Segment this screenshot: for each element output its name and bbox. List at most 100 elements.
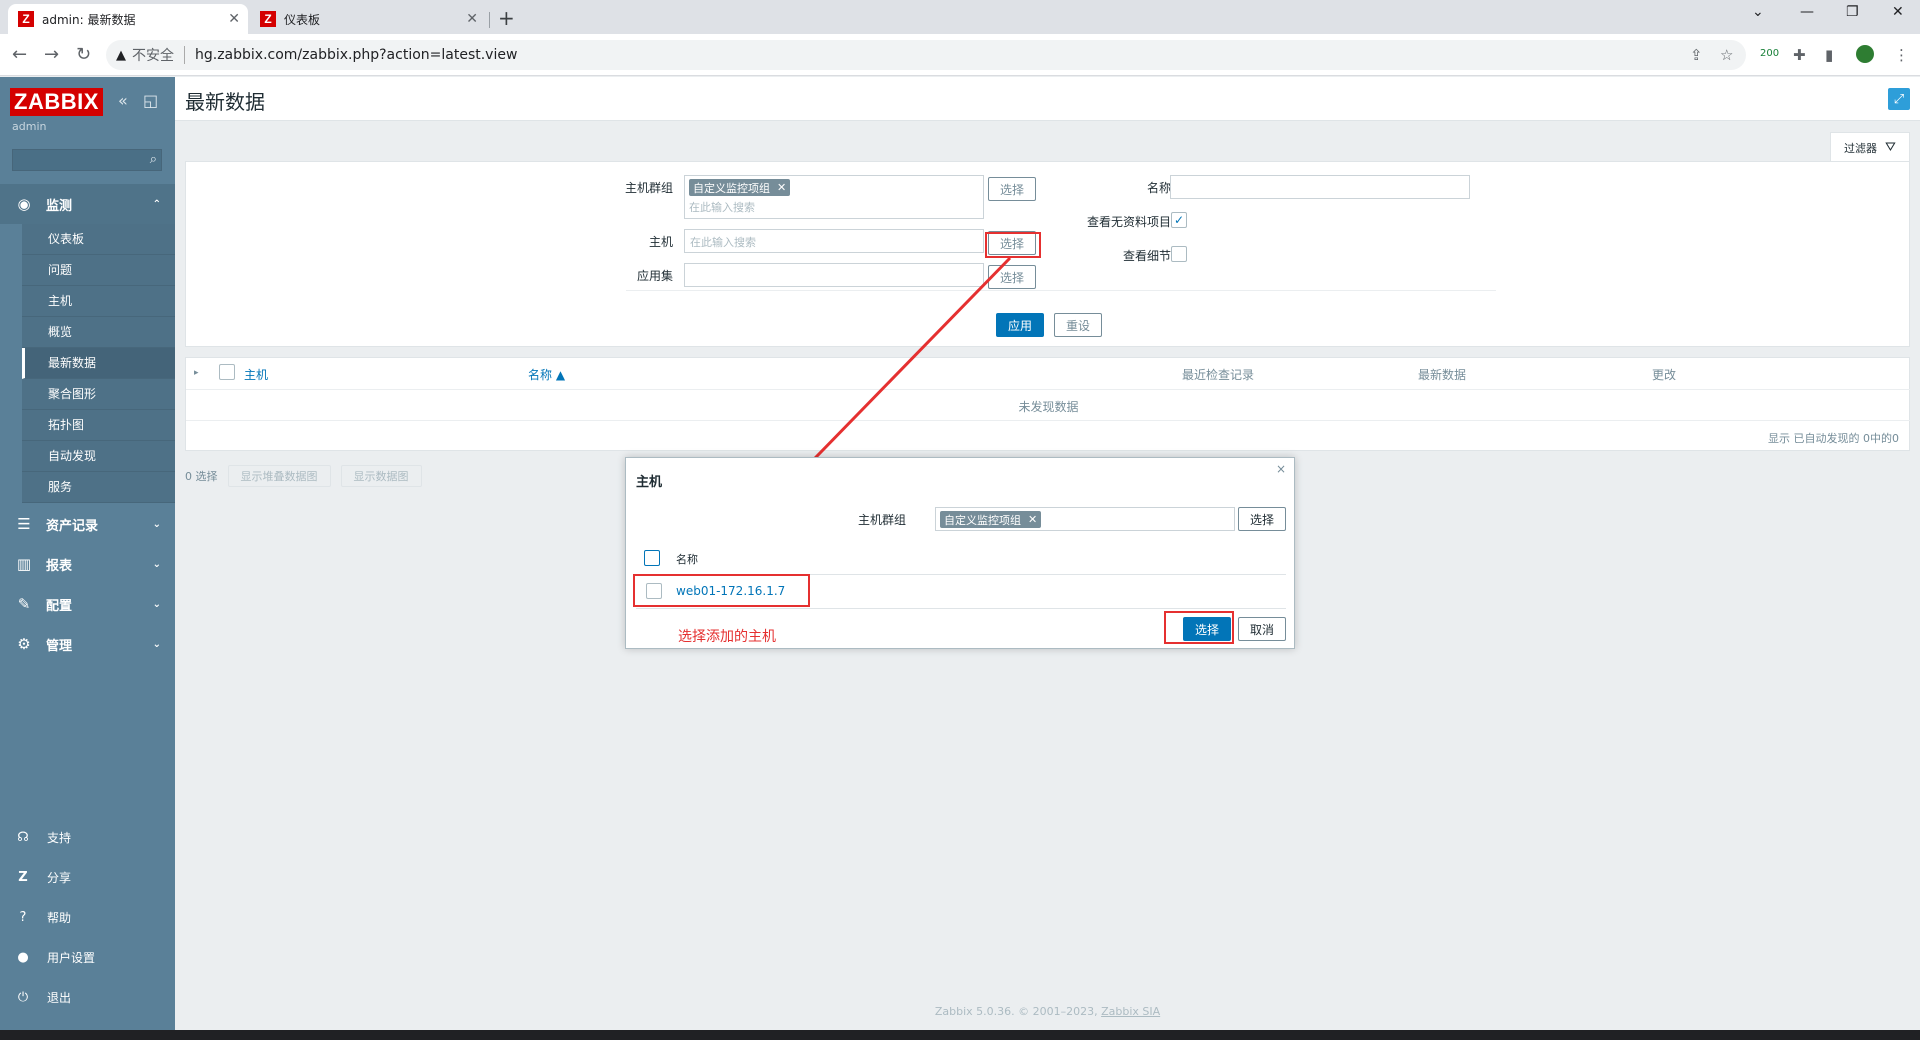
chart-icon: ▥ <box>16 555 32 573</box>
host-group-multiselect[interactable]: 自定义监控项组 ✕ 在此输入搜索 <box>684 175 984 219</box>
share-page-icon[interactable]: ⇪ <box>1690 46 1703 64</box>
column-name[interactable]: 名称 ▲ <box>528 366 565 383</box>
column-last-check: 最近检查记录 <box>1182 368 1255 382</box>
chevron-down-icon: ⌄ <box>152 598 161 610</box>
reload-icon[interactable]: ↻ <box>76 44 91 65</box>
sidebar-support[interactable]: ☊ 支持 <box>0 819 175 855</box>
menu-inventory[interactable]: ☰ 资产记录 ⌄ <box>0 504 175 544</box>
chevron-up-icon: ⌃ <box>152 198 161 210</box>
sidebar-item-dashboard[interactable]: 仪表板 <box>22 224 175 255</box>
search-icon[interactable]: ⌕ <box>150 152 157 167</box>
minimize-icon[interactable]: — <box>1800 4 1814 20</box>
extensions-icon[interactable]: ✚ <box>1793 46 1806 64</box>
forward-icon[interactable]: → <box>44 44 59 65</box>
column-host[interactable]: 主机 <box>244 366 268 383</box>
show-stacked-graph-button[interactable]: 显示堆叠数据图 <box>227 465 331 487</box>
select-all-checkbox[interactable] <box>219 364 235 380</box>
tag-label: 自定义监控项组 <box>944 513 1021 527</box>
sidebar-item-overview[interactable]: 概览 <box>22 317 175 348</box>
apply-button[interactable]: 应用 <box>996 313 1044 337</box>
sidebar-item-hosts[interactable]: 主机 <box>22 286 175 317</box>
new-tab-button[interactable]: + <box>498 6 515 30</box>
sidebar-item-discovery[interactable]: 自动发现 <box>22 441 175 472</box>
reset-button[interactable]: 重设 <box>1054 313 1102 337</box>
latest-data-table: ▸ 主机 名称 ▲ 最近检查记录 最新数据 更改 未发现数据 显示 已自动发现的… <box>185 357 1911 451</box>
dialog-close-icon[interactable]: × <box>1276 462 1286 476</box>
selected-count: 0 选择 <box>185 470 218 483</box>
menu-monitoring[interactable]: ◉ 监测 ⌃ <box>0 184 175 224</box>
collapse-sidebar-icon[interactable]: « <box>118 91 128 110</box>
browser-tab-latest-data[interactable]: Z admin: 最新数据 ✕ <box>8 4 248 34</box>
name-input[interactable] <box>1170 175 1470 199</box>
current-user: admin <box>12 120 47 133</box>
profile-avatar[interactable] <box>1856 45 1874 63</box>
close-icon[interactable]: ✕ <box>228 11 240 27</box>
sidebar-item-services[interactable]: 服务 <box>22 472 175 503</box>
menu-label: 管理 <box>46 638 73 654</box>
menu-label: 监测 <box>46 198 73 214</box>
insecure-label[interactable]: 不安全 <box>132 45 174 65</box>
filter-tab[interactable]: 过滤器 ⛛ <box>1830 132 1910 162</box>
dialog-title: 主机 <box>636 475 663 490</box>
bookmark-star-icon[interactable]: ☆ <box>1720 46 1733 64</box>
tag-label: 自定义监控项组 <box>693 181 770 195</box>
url-field[interactable]: ▲ 不安全 hg.zabbix.com/zabbix.php?action=la… <box>106 40 1746 70</box>
headset-icon: ☊ <box>17 829 29 845</box>
extension-badge[interactable]: 200 <box>1760 48 1779 59</box>
remove-tag-icon[interactable]: ✕ <box>1028 513 1037 526</box>
sidebar-user-settings[interactable]: ● 用户设置 <box>0 939 175 975</box>
remove-tag-icon[interactable]: ✕ <box>777 181 786 194</box>
close-icon[interactable]: ✕ <box>466 11 478 27</box>
application-select-button[interactable]: 选择 <box>988 265 1036 289</box>
sidebar-help[interactable]: ? 帮助 <box>0 899 175 935</box>
dialog-select-all-checkbox[interactable] <box>644 550 660 566</box>
browser-tab-bar: Z admin: 最新数据 ✕ Z 仪表板 ✕ + ⌄ — ❐ ✕ <box>0 0 1920 34</box>
sidebar-search-input[interactable]: ⌕ <box>12 149 162 171</box>
autohide-sidebar-icon[interactable]: ◱ <box>143 91 158 110</box>
sidebar-signout[interactable]: ⏻ 退出 <box>0 979 175 1015</box>
tab-search-icon[interactable]: ⌄ <box>1752 4 1764 20</box>
show-graph-button[interactable]: 显示数据图 <box>340 465 422 487</box>
filter-panel: 主机群组 自定义监控项组 ✕ 在此输入搜索 选择 主机 在此输入搜索 选择 应用… <box>185 161 1910 347</box>
sidebar-item-screens[interactable]: 聚合图形 <box>22 379 175 410</box>
show-no-data-checkbox[interactable]: ✓ <box>1171 212 1187 228</box>
host-group-select-button[interactable]: 选择 <box>988 177 1036 201</box>
sidebar-item-problems[interactable]: 问题 <box>22 255 175 286</box>
application-input[interactable] <box>684 263 984 287</box>
sidebar-item-latest-data[interactable]: 最新数据 <box>22 348 175 379</box>
sidebar: ZABBIX « ◱ admin ⌕ ◉ 监测 ⌃ 仪表板 问题 主机 概览 最… <box>0 77 175 1030</box>
expand-all-icon[interactable]: ▸ <box>194 368 199 378</box>
chevron-down-icon: ⌄ <box>152 518 161 530</box>
dialog-cancel-button[interactable]: 取消 <box>1238 617 1286 641</box>
sidebar-share[interactable]: Z 分享 <box>0 859 175 895</box>
dialog-host-group-select-button[interactable]: 选择 <box>1238 507 1286 531</box>
browser-menu-icon[interactable]: ⋮ <box>1894 46 1909 64</box>
address-bar: ← → ↻ ▲ 不安全 hg.zabbix.com/zabbix.php?act… <box>0 34 1920 76</box>
footer-label: 帮助 <box>47 910 72 925</box>
sidepanel-icon[interactable]: ▮ <box>1825 46 1833 64</box>
zabbix-sia-link[interactable]: Zabbix SIA <box>1101 1005 1160 1018</box>
window-close-icon[interactable]: ✕ <box>1892 4 1904 20</box>
tab-separator <box>489 12 490 28</box>
zabbix-logo[interactable]: ZABBIX <box>10 88 103 116</box>
show-details-checkbox[interactable] <box>1171 246 1187 262</box>
chevron-down-icon: ⌄ <box>152 558 161 570</box>
menu-reports[interactable]: ▥ 报表 ⌄ <box>0 544 175 584</box>
dialog-host-group-tag: 自定义监控项组 ✕ <box>940 511 1042 528</box>
restore-icon[interactable]: ❐ <box>1846 4 1859 20</box>
host-group-search-placeholder[interactable]: 在此输入搜索 <box>689 199 979 215</box>
filter-tab-label: 过滤器 <box>1844 141 1878 155</box>
menu-configuration[interactable]: ✎ 配置 ⌄ <box>0 584 175 624</box>
dialog-host-group-multiselect[interactable]: 自定义监控项组 ✕ <box>935 507 1235 531</box>
page-footer: Zabbix 5.0.36. © 2001–2023, Zabbix SIA <box>175 1005 1920 1018</box>
back-icon[interactable]: ← <box>12 44 27 65</box>
filter-divider <box>626 290 1496 291</box>
menu-administration[interactable]: ⚙ 管理 ⌄ <box>0 624 175 664</box>
host-multiselect[interactable]: 在此输入搜索 <box>684 229 984 253</box>
name-label: 名称 <box>1146 181 1171 195</box>
dialog-row-divider <box>636 608 1286 609</box>
fullscreen-icon[interactable]: ⤢ <box>1888 88 1910 110</box>
sidebar-item-maps[interactable]: 拓扑图 <box>22 410 175 441</box>
gear-icon: ⚙ <box>17 635 31 653</box>
browser-tab-dashboard[interactable]: Z 仪表板 ✕ <box>250 4 486 34</box>
